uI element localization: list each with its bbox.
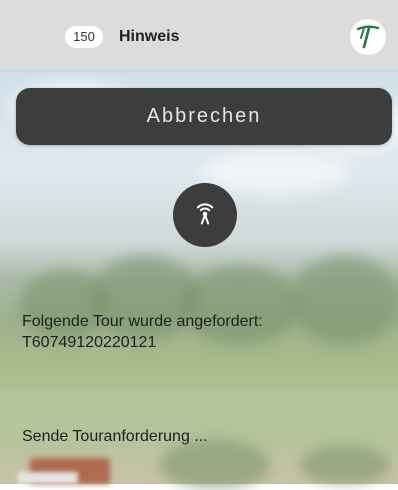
tour-message: Folgende Tour wurde angefordert: T607491… — [22, 311, 263, 353]
top-bar: 150 Hinweis — [0, 0, 398, 70]
status-text: Sende Touranforderung ... — [22, 428, 208, 445]
cancel-button[interactable]: Abbrechen — [16, 88, 392, 145]
tree — [290, 255, 398, 345]
house — [18, 472, 78, 484]
tour-id: T60749120220121 — [22, 334, 157, 351]
tour-label: Folgende Tour wurde angefordert: — [22, 313, 263, 330]
signal-glyph — [196, 203, 214, 225]
logo-glyph — [356, 25, 380, 49]
tree — [300, 445, 390, 485]
tree — [160, 440, 270, 490]
app-logo-icon[interactable] — [350, 19, 386, 55]
count-badge: 150 — [65, 26, 103, 48]
signal-antenna-icon — [173, 183, 237, 247]
page-title: Hinweis — [119, 28, 180, 45]
